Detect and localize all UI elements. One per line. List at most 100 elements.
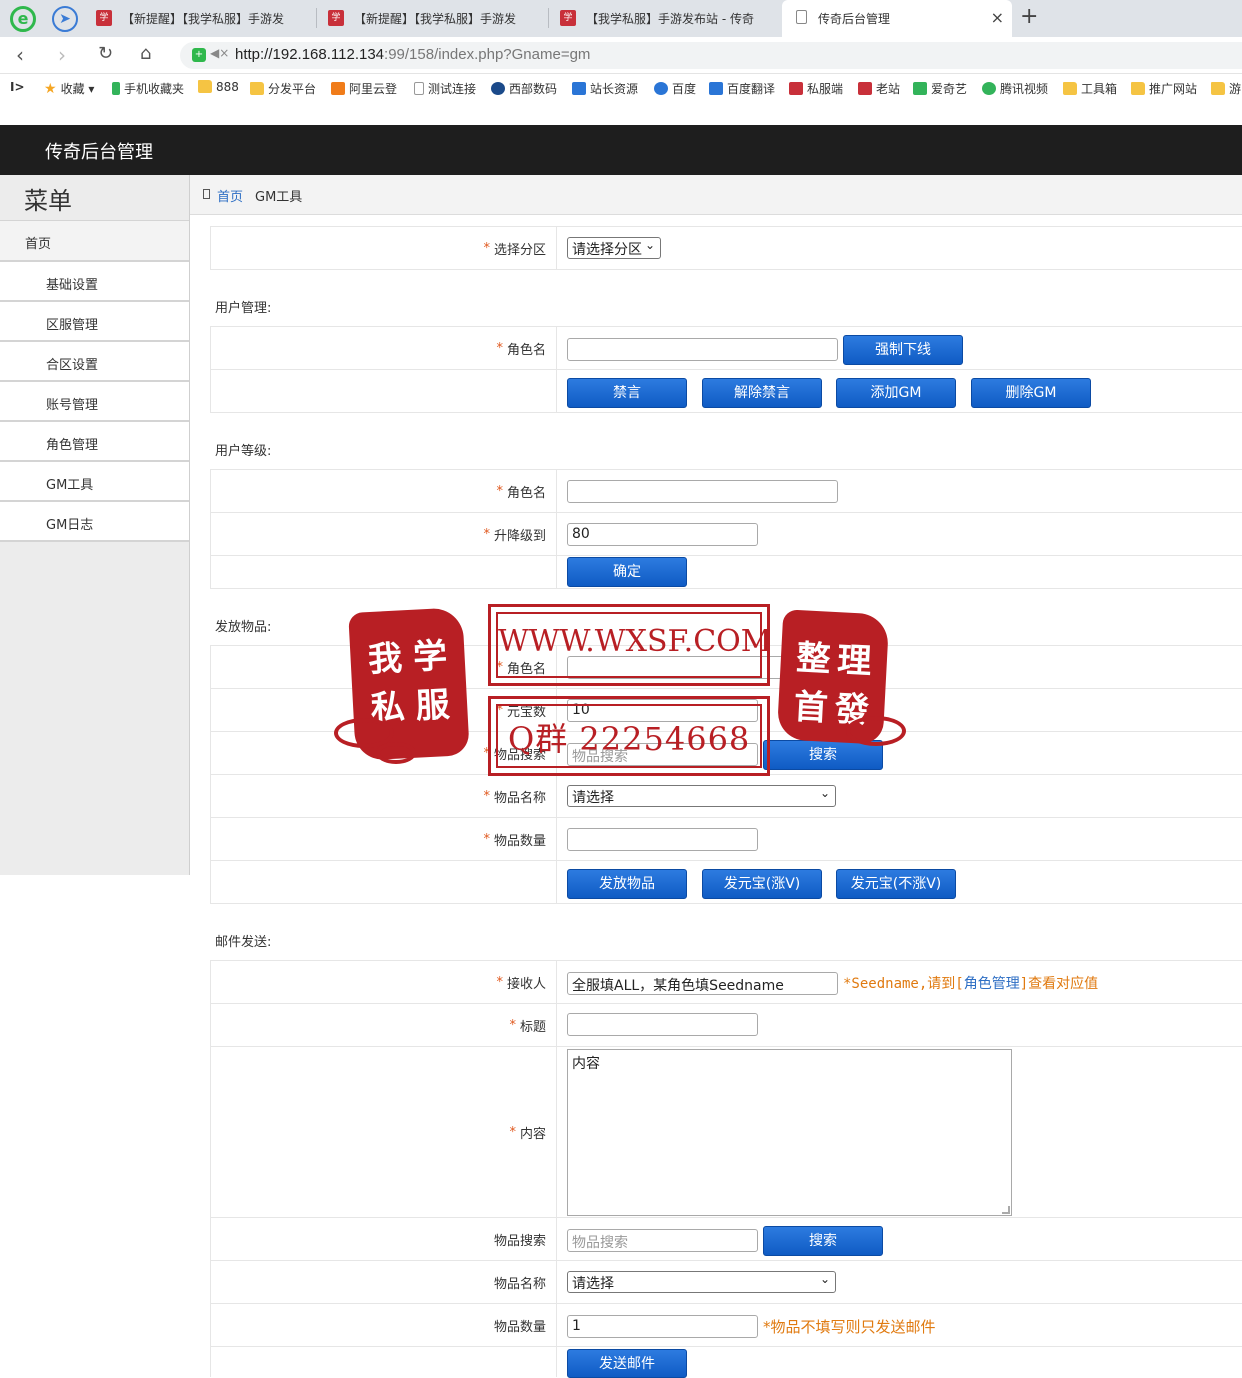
sidebar-item-merge-servers[interactable]: 合区设置: [0, 340, 189, 380]
tab-title: 【新提醒】【我学私服】手游发: [354, 12, 517, 26]
required-marker: *: [483, 831, 490, 847]
item-quantity-input[interactable]: [567, 828, 758, 851]
bookmark-item[interactable]: 工具箱: [1063, 80, 1117, 97]
role-name-input[interactable]: [567, 338, 838, 361]
bookmark-item[interactable]: 测试连接: [414, 80, 476, 97]
sidebar-item-accounts[interactable]: 账号管理: [0, 380, 189, 420]
bookmark-item[interactable]: ★ 收藏 ▾: [44, 80, 94, 97]
level-input[interactable]: 80: [567, 523, 758, 546]
unmute-button[interactable]: 解除禁言: [702, 378, 822, 408]
send-item-button[interactable]: 发放物品: [567, 869, 687, 899]
role-management-link[interactable]: 角色管理: [964, 976, 1020, 992]
required-marker: *: [483, 788, 490, 804]
required-marker: *: [496, 483, 503, 499]
browser-tab[interactable]: 学 【我学私服】手游发布站 - 传奇: [550, 0, 778, 37]
mail-item-search-input[interactable]: 物品搜索: [567, 1229, 758, 1252]
iqiyi-icon: [913, 82, 927, 95]
folder-icon: [1063, 82, 1077, 95]
bookmark-item[interactable]: 游: [1211, 80, 1241, 97]
bookmark-item[interactable]: 888: [198, 80, 239, 94]
send-ingot-vip-button[interactable]: 发元宝(涨V): [702, 869, 822, 899]
url-field[interactable]: + ◀× http://192.168.112.134:99/158/index…: [180, 42, 1242, 69]
bookmark-item[interactable]: 推广网站: [1131, 80, 1197, 97]
send-mail-button[interactable]: 发送邮件: [567, 1349, 687, 1378]
bookmark-item[interactable]: 私服端: [789, 80, 843, 97]
recipient-input[interactable]: 全服填ALL，某角色填Seedname: [567, 972, 838, 995]
mute-button[interactable]: 禁言: [567, 378, 687, 408]
form-row-item-qty: * 物品数量: [210, 817, 1242, 861]
baidu-paw-icon: [654, 82, 668, 95]
field-label: * 升降级到: [211, 513, 557, 555]
sidebar-item-roles[interactable]: 角色管理: [0, 420, 189, 460]
resize-handle-icon[interactable]: [1002, 1206, 1010, 1214]
section-title-user-level: 用户等级:: [215, 444, 272, 459]
phone-icon: [112, 82, 120, 95]
bookmark-item[interactable]: 西部数码: [491, 80, 557, 97]
breadcrumb-home-link[interactable]: 首页: [217, 186, 243, 205]
sidebar-item-basic-settings[interactable]: 基础设置: [0, 260, 189, 300]
form-row-server: * 选择分区 请选择分区 ⌄: [210, 226, 1242, 270]
section-title-items: 发放物品:: [215, 620, 272, 635]
sidebar-item-gm-log[interactable]: GM日志: [0, 500, 189, 540]
bookmark-item[interactable]: 老站: [858, 80, 900, 97]
bookmark-item[interactable]: 阿里云登: [331, 80, 397, 97]
required-marker: *: [496, 340, 503, 356]
role-name-input[interactable]: [567, 480, 838, 503]
seal-char: 学: [412, 635, 449, 678]
field-label: 物品数量: [211, 1304, 557, 1346]
bookmark-item[interactable]: 手机收藏夹: [112, 80, 184, 97]
mail-item-quantity-input[interactable]: 1: [567, 1315, 758, 1338]
navigation-compass-icon[interactable]: ➤: [52, 6, 78, 32]
bookmark-item[interactable]: 爱奇艺: [913, 80, 967, 97]
folder-icon: [1131, 82, 1145, 95]
bookmark-item[interactable]: 分发平台: [250, 80, 316, 97]
sidebar-item-home[interactable]: 首页: [0, 220, 189, 260]
confirm-button[interactable]: 确定: [567, 557, 687, 587]
content-textarea[interactable]: 内容: [567, 1049, 1012, 1216]
item-name-select[interactable]: 请选择 ⌄: [567, 785, 836, 807]
delete-gm-button[interactable]: 删除GM: [971, 378, 1091, 408]
tab-divider: [316, 8, 317, 28]
server-select[interactable]: 请选择分区 ⌄: [567, 237, 661, 259]
subject-input[interactable]: [567, 1013, 758, 1036]
star-icon: ★: [44, 81, 57, 97]
close-tab-icon[interactable]: ×: [991, 8, 1004, 27]
bookmark-label: 收藏: [60, 82, 85, 96]
mail-item-name-select[interactable]: 请选择 ⌄: [567, 1271, 836, 1293]
bookmark-item[interactable]: 腾讯视频: [982, 80, 1048, 97]
form-row-content: * 内容 内容: [210, 1046, 1242, 1218]
reload-icon[interactable]: ↻: [98, 43, 113, 64]
bookmark-label: 手机收藏夹: [124, 82, 185, 96]
forward-arrow-icon[interactable]: ›: [58, 43, 66, 67]
bookmark-label: 测试连接: [428, 82, 477, 96]
select-value: 请选择: [572, 790, 614, 806]
browser-logo-icon[interactable]: e: [10, 6, 36, 32]
url-text: http://192.168.112.134:99/158/index.php?…: [235, 46, 590, 63]
mail-search-button[interactable]: 搜索: [763, 1226, 883, 1256]
new-tab-plus-icon[interactable]: +: [1020, 4, 1038, 29]
bookmark-item[interactable]: 百度翻译: [709, 80, 775, 97]
browser-tab[interactable]: 学 【新提醒】【我学私服】手游发: [86, 0, 314, 37]
send-ingot-novip-button[interactable]: 发元宝(不涨V): [836, 869, 956, 899]
force-offline-button[interactable]: 强制下线: [843, 335, 963, 365]
bookmarks-toggle-icon[interactable]: I>: [10, 80, 25, 94]
bookmark-item[interactable]: 百度: [654, 80, 696, 97]
browser-tab-active[interactable]: 传奇后台管理 ×: [782, 0, 1012, 37]
browser-tab[interactable]: 学 【新提醒】【我学私服】手游发: [318, 0, 546, 37]
label-text: 选择分区: [493, 242, 546, 258]
label-text: 标题: [519, 1019, 546, 1035]
bookmark-label: 老站: [876, 82, 901, 96]
mute-speaker-icon[interactable]: ◀×: [210, 46, 229, 60]
add-gm-button[interactable]: 添加GM: [836, 378, 956, 408]
back-arrow-icon[interactable]: ‹: [16, 43, 24, 67]
field-label: * 内容: [211, 1047, 557, 1217]
quantity-hint: *物品不填写则只发送邮件: [763, 1318, 936, 1336]
chevron-down-icon: ⌄: [819, 1272, 830, 1286]
home-icon[interactable]: ⌂: [140, 43, 151, 64]
sidebar-item-gm-tools[interactable]: GM工具: [0, 460, 189, 500]
label-text: 接收人: [506, 976, 546, 992]
breadcrumb: 首页 GM工具: [190, 175, 1242, 215]
form-row-recipient: * 接收人 全服填ALL，某角色填Seedname *Seedname,请到[角色…: [210, 960, 1242, 1004]
sidebar-item-server-management[interactable]: 区服管理: [0, 300, 189, 340]
bookmark-item[interactable]: 站长资源: [572, 80, 638, 97]
